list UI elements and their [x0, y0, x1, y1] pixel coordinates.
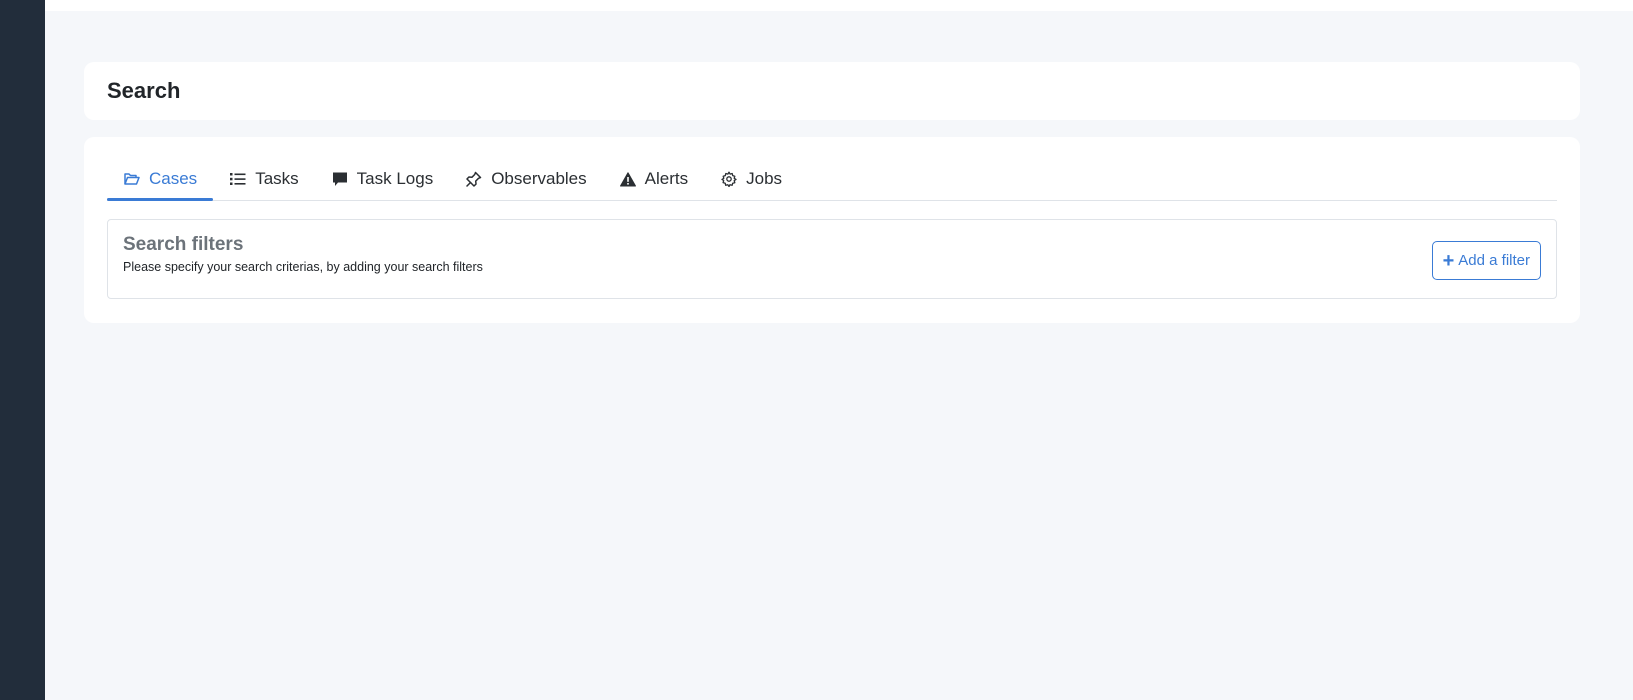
add-filter-label: Add a filter	[1458, 252, 1530, 269]
page-title: Search	[107, 78, 181, 103]
tab-tasks[interactable]: Tasks	[213, 158, 314, 200]
sidebar	[0, 0, 45, 700]
tab-label: Jobs	[746, 169, 783, 188]
tab-label: Alerts	[644, 169, 689, 188]
tab-jobs[interactable]: Jobs	[704, 158, 798, 200]
search-filters-description: Please specify your search criterias, by…	[123, 260, 483, 274]
top-bar	[45, 0, 1633, 11]
tab-observables[interactable]: Observables	[449, 158, 602, 200]
tab-label: Tasks	[255, 169, 299, 188]
search-filters-box: Search filters Please specify your searc…	[107, 219, 1557, 299]
tab-alerts[interactable]: Alerts	[603, 158, 704, 200]
search-panel: Cases Tasks Task Logs Observables Alerts…	[84, 137, 1580, 323]
tab-task-logs[interactable]: Task Logs	[315, 158, 450, 200]
tab-label: Observables	[491, 169, 587, 188]
tab-cases[interactable]: Cases	[107, 158, 214, 201]
warning-icon	[619, 170, 637, 188]
add-filter-button[interactable]: + Add a filter	[1431, 241, 1541, 280]
search-filters-title: Search filters	[123, 234, 244, 255]
tab-label: Cases	[149, 169, 198, 188]
plus-icon: +	[1442, 249, 1455, 272]
comment-icon	[331, 170, 349, 188]
page-header: Search	[84, 62, 1580, 120]
list-icon	[229, 170, 247, 188]
gear-icon	[720, 170, 738, 188]
folder-open-icon	[123, 170, 141, 188]
tab-label: Task Logs	[356, 169, 434, 188]
tab-bar: Cases Tasks Task Logs Observables Alerts…	[107, 159, 1557, 201]
pin-icon	[465, 170, 483, 188]
